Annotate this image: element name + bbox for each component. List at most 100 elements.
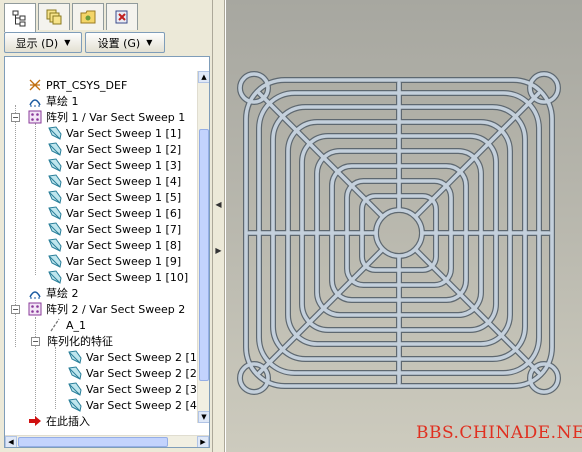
folder-icon <box>80 10 96 24</box>
sweep-icon <box>47 205 63 221</box>
sweep-icon <box>67 381 83 397</box>
tree-item-label: Var Sect Sweep 1 [8] <box>66 238 182 252</box>
fan-guard-model <box>237 71 561 395</box>
tree-item-sweep-1-9[interactable]: Var Sect Sweep 1 [9] <box>47 253 181 269</box>
tree-item-label: Var Sect Sweep 2 [2] <box>86 366 202 380</box>
tree-item-label: Var Sect Sweep 1 [1] <box>66 126 182 140</box>
tree-guide-line <box>35 123 36 275</box>
model-tree: − − − PRT_CSYS_DEF 草绘 1 阵列 1 / Var Sect … <box>4 56 210 448</box>
tree-item-label: 草绘 1 <box>46 95 79 108</box>
settings-button-label: 设置 (G) <box>97 36 141 50</box>
tree-item-label: 草绘 2 <box>46 287 79 300</box>
tree-item-insert-here[interactable]: 在此插入 <box>27 413 90 429</box>
tree-item-label: 阵列 2 / Var Sect Sweep 2 <box>46 303 186 316</box>
model-tree-panel: 显示 (D) ▼ 设置 (G) ▼ − − − PRT_CSYS_DEF 草绘 … <box>0 0 213 452</box>
tree-item-sweep-2-2[interactable]: Var Sect Sweep 2 [2] <box>67 365 201 381</box>
pattern-icon <box>27 301 43 317</box>
tree-item-label: PRT_CSYS_DEF <box>46 78 128 92</box>
tree-item-sweep-1-4[interactable]: Var Sect Sweep 1 [4] <box>47 173 181 189</box>
tree-vertical-scrollbar[interactable]: ▲ ▼ <box>197 71 209 423</box>
navigator-tabs <box>4 3 138 32</box>
tree-item-label: Var Sect Sweep 2 [1] <box>86 350 202 364</box>
tab-folder[interactable] <box>72 3 104 30</box>
tree-horizontal-scrollbar[interactable]: ◀ ▶ <box>5 435 209 447</box>
tree-item-label: Var Sect Sweep 1 [5] <box>66 190 182 204</box>
model-tree-icon <box>12 10 26 27</box>
pattern-icon <box>27 109 43 125</box>
tree-item-sweep-1-3[interactable]: Var Sect Sweep 1 [3] <box>47 157 181 173</box>
favorites-icon <box>115 10 128 24</box>
tree-item-sweep-1-10[interactable]: Var Sect Sweep 1 [10] <box>47 269 188 285</box>
tree-item-sweep-1-1[interactable]: Var Sect Sweep 1 [1] <box>47 125 181 141</box>
panel-splitter[interactable]: ◀ ▶ <box>213 0 225 452</box>
sweep-icon <box>47 237 63 253</box>
tree-item-label: Var Sect Sweep 2 [4] <box>86 398 202 412</box>
tree-item-sweep-1-5[interactable]: Var Sect Sweep 1 [5] <box>47 189 181 205</box>
tree-item-sweep-1-2[interactable]: Var Sect Sweep 1 [2] <box>47 141 181 157</box>
insert-here-icon <box>27 413 43 429</box>
sweep-icon <box>67 397 83 413</box>
tree-guide-line <box>35 317 36 417</box>
scroll-right-arrow-icon[interactable]: ▶ <box>197 436 209 447</box>
tree-item-sweep-2-3[interactable]: Var Sect Sweep 2 [3] <box>67 381 201 397</box>
show-button[interactable]: 显示 (D) ▼ <box>4 32 82 53</box>
tree-item-label: Var Sect Sweep 1 [9] <box>66 254 182 268</box>
tree-item-sweep-1-6[interactable]: Var Sect Sweep 1 [6] <box>47 205 181 221</box>
tree-item-label: Var Sect Sweep 1 [4] <box>66 174 182 188</box>
chevron-down-icon: ▼ <box>64 38 71 47</box>
sweep-icon <box>47 157 63 173</box>
tab-model-tree[interactable] <box>4 3 36 32</box>
show-button-label: 显示 (D) <box>15 36 59 50</box>
tree-item-label: 在此插入 <box>46 415 90 428</box>
scroll-up-arrow-icon[interactable]: ▲ <box>198 71 209 83</box>
tree-item-pattern-1[interactable]: 阵列 1 / Var Sect Sweep 1 <box>27 109 185 125</box>
tree-item-sweep-2-1[interactable]: Var Sect Sweep 2 [1] <box>67 349 201 365</box>
tree-item-sketch-1[interactable]: 草绘 1 <box>27 93 79 109</box>
sweep-icon <box>47 253 63 269</box>
axis-icon <box>47 317 63 333</box>
tree-item-sketch-2[interactable]: 草绘 2 <box>27 285 79 301</box>
tree-item-patterned-features[interactable]: 阵列化的特征 <box>47 333 113 349</box>
tree-guide-line <box>55 347 56 409</box>
tab-layers[interactable] <box>38 3 70 30</box>
tree-item-label: Var Sect Sweep 1 [10] <box>66 270 189 284</box>
layers-icon <box>46 9 62 25</box>
settings-button[interactable]: 设置 (G) ▼ <box>85 32 165 53</box>
tree-item-label: Var Sect Sweep 1 [3] <box>66 158 182 172</box>
scroll-thumb[interactable] <box>18 437 168 447</box>
csys-icon <box>27 77 43 93</box>
tree-item-label: Var Sect Sweep 2 [3] <box>86 382 202 396</box>
scroll-left-arrow-icon[interactable]: ◀ <box>5 436 17 447</box>
expand-right-icon[interactable]: ▶ <box>214 242 223 260</box>
sweep-icon <box>47 221 63 237</box>
tree-item-sweep-1-8[interactable]: Var Sect Sweep 1 [8] <box>47 237 181 253</box>
tree-item-csys[interactable]: PRT_CSYS_DEF <box>27 77 127 93</box>
tree-item-label: Var Sect Sweep 1 [7] <box>66 222 182 236</box>
sweep-icon <box>47 141 63 157</box>
tree-item-sweep-1-7[interactable]: Var Sect Sweep 1 [7] <box>47 221 181 237</box>
sweep-icon <box>47 269 63 285</box>
sketch-icon <box>27 93 43 109</box>
collapse-toggle[interactable]: − <box>11 113 20 122</box>
graphics-window[interactable]: BBS.CHINADE.NET <box>226 0 582 452</box>
sweep-icon <box>47 173 63 189</box>
collapse-toggle[interactable]: − <box>11 305 20 314</box>
tree-item-label: Var Sect Sweep 1 [6] <box>66 206 182 220</box>
tree-item-label: A_1 <box>66 318 87 332</box>
scroll-down-arrow-icon[interactable]: ▼ <box>198 411 209 423</box>
tree-item-label: 阵列化的特征 <box>47 335 113 348</box>
tab-favorites[interactable] <box>106 3 138 30</box>
chevron-down-icon: ▼ <box>146 38 153 47</box>
tree-item-sweep-2-4[interactable]: Var Sect Sweep 2 [4] <box>67 397 201 413</box>
tree-item-pattern-2[interactable]: 阵列 2 / Var Sect Sweep 2 <box>27 301 185 317</box>
tree-item-axis[interactable]: A_1 <box>47 317 86 333</box>
sweep-icon <box>47 189 63 205</box>
tree-item-label: Var Sect Sweep 1 [2] <box>66 142 182 156</box>
scroll-thumb[interactable] <box>199 129 209 381</box>
tree-item-label: 阵列 1 / Var Sect Sweep 1 <box>46 111 186 124</box>
tree-toolbar: 显示 (D) ▼ 设置 (G) ▼ <box>4 32 210 54</box>
sketch-icon <box>27 285 43 301</box>
collapse-toggle[interactable]: − <box>31 337 40 346</box>
collapse-left-icon[interactable]: ◀ <box>214 196 223 214</box>
sweep-icon <box>47 125 63 141</box>
